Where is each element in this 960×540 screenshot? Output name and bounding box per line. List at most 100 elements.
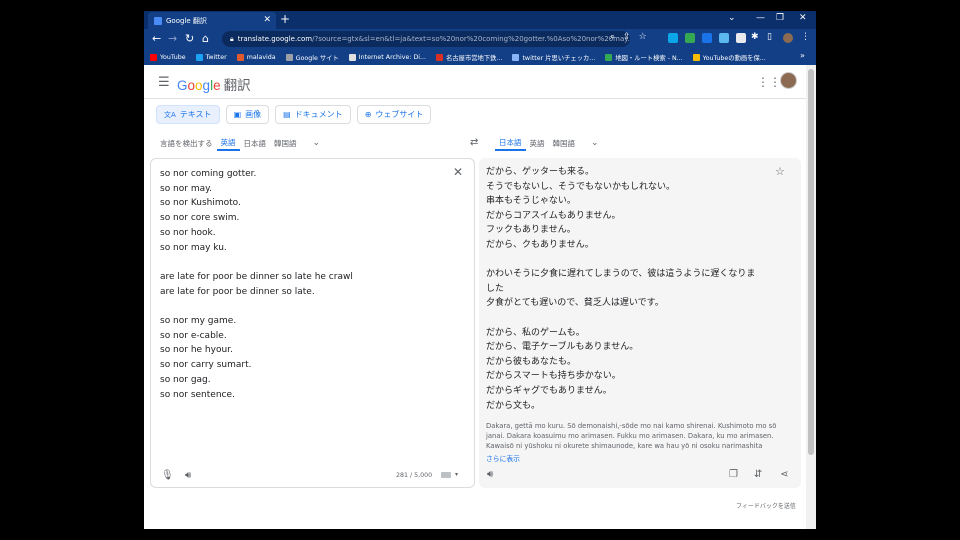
character-count: 281 / 5,000: [396, 472, 433, 479]
extension-icon[interactable]: [719, 33, 729, 43]
google-apps-icon[interactable]: ⋮⋮: [757, 75, 781, 89]
forward-icon[interactable]: →: [168, 32, 177, 45]
reload-icon[interactable]: ↻: [185, 32, 194, 45]
translated-text: だから、ゲッターも来る。 そうでもないし、そうでもないかもしれない。 串本もそう…: [486, 167, 756, 411]
google-translate-favicon-icon: [154, 16, 162, 25]
bookmark-item[interactable]: 名古屋市営地下鉄...: [436, 53, 502, 62]
mode-text-button[interactable]: 文A テキスト: [156, 105, 220, 124]
maximize-icon[interactable]: ❐: [776, 13, 784, 23]
source-lang-detect[interactable]: 言語を検出する: [156, 135, 217, 151]
romanization-text: Dakara, gettā mo kuru. Sō demonaishi,-sō…: [486, 422, 777, 450]
mode-website-button[interactable]: ⊕ ウェブサイト: [356, 105, 432, 124]
bookmark-label: Internet Archive: Di...: [358, 53, 427, 61]
menu-kebab-icon[interactable]: ⋮: [801, 32, 810, 42]
share-translation-icon[interactable]: ⋖: [780, 469, 788, 480]
source-text-area[interactable]: so nor coming gotter. so nor may. so nor…: [150, 158, 475, 488]
bookmark-favicon-icon: [605, 53, 613, 61]
new-tab-button[interactable]: +: [280, 12, 290, 26]
source-lang-korean[interactable]: 韓国語: [270, 135, 301, 151]
source-lang-english[interactable]: 英語: [216, 135, 240, 151]
keyboard-dropdown-icon[interactable]: ▾: [455, 471, 458, 478]
listen-translation-icon[interactable]: 🔊︎: [487, 469, 493, 480]
page-header: ☰ Google 翻訳 ⋮⋮: [144, 65, 806, 99]
bookmark-label: 名古屋市営地下鉄...: [446, 54, 503, 62]
address-bar[interactable]: 🔒︎ translate.google.com/?source=gtx&sl=e…: [222, 31, 630, 47]
bookmark-favicon-icon: [512, 53, 520, 61]
bookmark-item[interactable]: twitter 片思いチェッカ...: [512, 53, 595, 62]
document-icon: ▤: [283, 110, 291, 119]
side-panel-icon[interactable]: ▯: [767, 32, 772, 42]
google-translate-logo[interactable]: Google 翻訳: [177, 74, 251, 94]
target-lang-japanese[interactable]: 日本語: [495, 135, 526, 151]
bookmark-item[interactable]: YouTube: [150, 53, 186, 61]
browser-window: Google 翻訳 ✕ + ⌄ — ❐ ✕ ← → ↻ ⌂ 🔒︎ transla…: [144, 11, 816, 529]
tab-google-translate[interactable]: Google 翻訳 ✕: [148, 12, 276, 29]
mode-image-button[interactable]: ▣ 画像: [225, 105, 270, 124]
bookmarks-more-icon[interactable]: »: [800, 51, 805, 60]
rate-translation-icon[interactable]: ⇵: [754, 469, 762, 480]
tab-title: Google 翻訳: [166, 16, 207, 25]
bookmark-label: Twitter: [205, 53, 227, 61]
image-icon: ▣: [233, 110, 242, 119]
hamburger-menu-icon[interactable]: ☰: [158, 75, 170, 90]
bookmark-star-icon[interactable]: ☆: [639, 32, 647, 42]
microphone-icon[interactable]: 🎙︎: [161, 470, 174, 481]
swap-languages-icon[interactable]: ⇄: [470, 137, 478, 148]
globe-icon: ⊕: [364, 110, 372, 119]
extension-icon[interactable]: [702, 33, 712, 43]
vimeo-extension-icon[interactable]: [668, 33, 678, 43]
bookmark-item[interactable]: malavida: [236, 53, 276, 61]
bookmark-item[interactable]: Internet Archive: Di...: [348, 53, 427, 61]
scrollbar-thumb[interactable]: [808, 69, 814, 455]
source-language-bar: 言語を検出する 英語 日本語 韓国語 ⌄: [156, 135, 324, 151]
bookmark-favicon-icon: [692, 53, 700, 61]
bookmark-item[interactable]: 地図・ルート検索 - N...: [605, 53, 683, 62]
close-window-icon[interactable]: ✕: [799, 13, 807, 23]
bookmark-favicon-icon: [436, 53, 444, 61]
bookmark-item[interactable]: Google サイト: [285, 53, 339, 62]
share-icon[interactable]: ⇪: [623, 32, 631, 42]
bookmark-label: 地図・ルート検索 - N...: [615, 54, 683, 62]
mode-document-button[interactable]: ▤ ドキュメント: [275, 105, 351, 124]
bookmark-label: YouTubeの動画を保...: [702, 54, 766, 62]
save-translation-star-icon[interactable]: ☆: [775, 165, 785, 178]
show-more-link[interactable]: さらに表示: [486, 453, 520, 463]
translate-page: ☰ Google 翻訳 ⋮⋮ 文A テキスト ▣ 画像 ▤ ドキュメント ⊕ ウェ…: [144, 65, 806, 529]
clear-text-icon[interactable]: ✕: [453, 165, 463, 179]
avatar[interactable]: [780, 72, 797, 89]
target-lang-more-chevron-icon[interactable]: ⌄: [587, 135, 603, 151]
bookmark-favicon-icon: [236, 53, 244, 61]
profile-avatar-icon[interactable]: [783, 33, 793, 43]
back-icon[interactable]: ←: [152, 32, 161, 45]
bookmark-label: Google サイト: [295, 54, 339, 62]
page-scrollbar[interactable]: [806, 65, 816, 529]
send-feedback-link[interactable]: フィードバックを送信: [736, 501, 796, 510]
bookmarks-bar: YouTube Twitter malavida Google サイト Internet…: [144, 49, 816, 65]
bookmark-item[interactable]: Twitter: [195, 53, 227, 61]
keyboard-icon[interactable]: [441, 472, 451, 478]
minimize-icon[interactable]: —: [756, 13, 765, 23]
bookmark-favicon-icon: [195, 53, 203, 61]
source-lang-more-chevron-icon[interactable]: ⌄: [309, 135, 325, 151]
close-tab-icon[interactable]: ✕: [263, 15, 271, 25]
source-lang-japanese[interactable]: 日本語: [240, 135, 271, 151]
copy-icon[interactable]: ❐: [729, 469, 738, 480]
url-host: translate.google.com: [237, 35, 313, 43]
tab-search-icon[interactable]: ⌄: [728, 13, 736, 23]
target-language-bar: 日本語 英語 韓国語 ⌄: [495, 135, 603, 151]
puzzle-extensions-icon[interactable]: ✱: [751, 32, 759, 42]
target-lang-korean[interactable]: 韓国語: [549, 135, 580, 151]
translate-text-icon: 文A: [164, 110, 176, 119]
lock-icon: 🔒︎: [230, 34, 234, 43]
bookmark-item[interactable]: YouTubeの動画を保...: [692, 53, 766, 62]
source-text[interactable]: so nor coming gotter. so nor may. so nor…: [160, 167, 353, 402]
extension-icon[interactable]: [685, 33, 695, 43]
listen-source-icon[interactable]: 🔊︎: [185, 470, 191, 481]
mode-tabs: 文A テキスト ▣ 画像 ▤ ドキュメント ⊕ ウェブサイト: [156, 105, 432, 124]
bookmark-label: YouTube: [160, 53, 186, 61]
bookmark-label: twitter 片思いチェッカ...: [522, 54, 596, 62]
extension-icon[interactable]: [736, 33, 746, 43]
target-lang-english[interactable]: 英語: [526, 135, 549, 151]
zoom-icon[interactable]: ⌕: [610, 32, 615, 42]
home-icon[interactable]: ⌂: [202, 32, 209, 45]
